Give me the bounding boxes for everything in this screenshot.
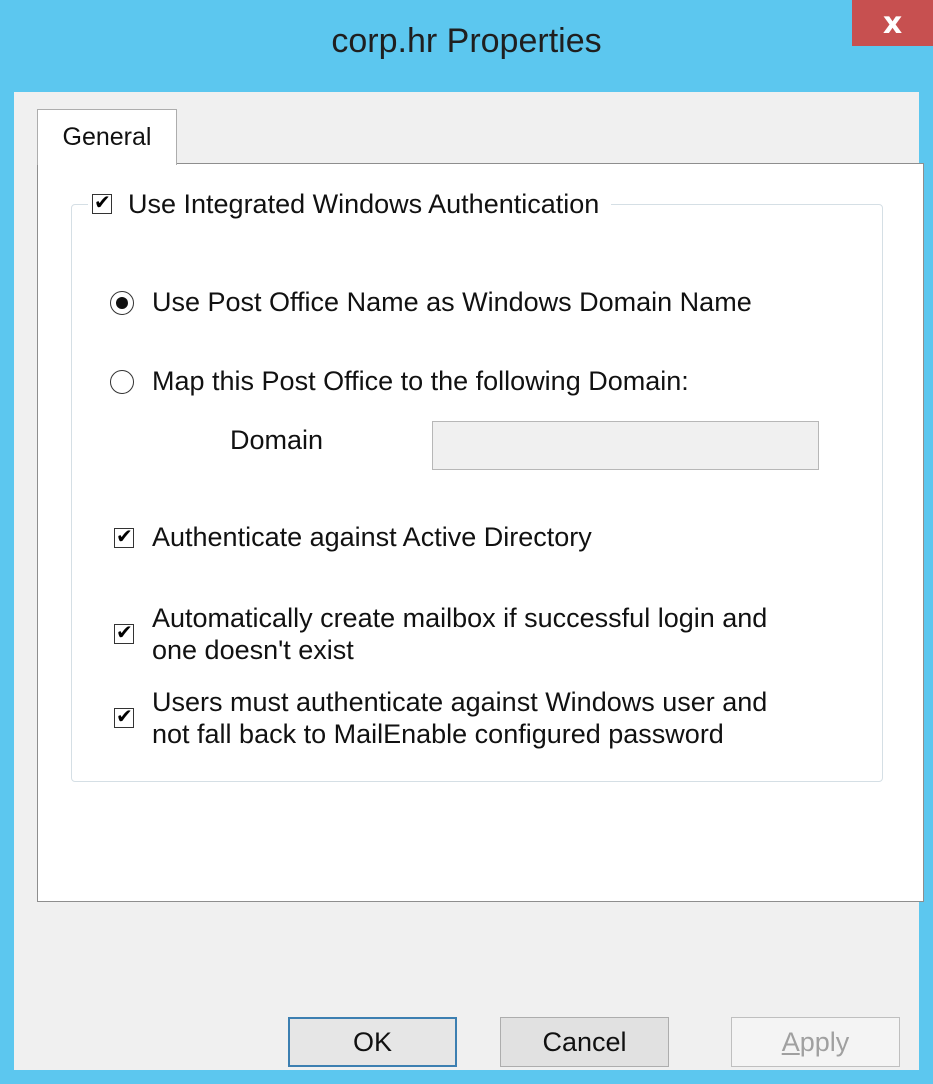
checkbox-label: Automatically create mailbox if successf… bbox=[152, 602, 767, 666]
window-title: corp.hr Properties bbox=[331, 22, 602, 60]
radio-selected-dot bbox=[116, 296, 128, 309]
cancel-button[interactable]: Cancel bbox=[500, 1017, 669, 1067]
ok-button[interactable]: OK bbox=[288, 1017, 457, 1067]
properties-dialog: corp.hr Properties x General ✔ Use Integ… bbox=[0, 0, 933, 1084]
title-bar[interactable]: corp.hr Properties x bbox=[0, 0, 933, 92]
apply-accelerator: A bbox=[781, 1026, 800, 1057]
domain-label: Domain bbox=[230, 425, 323, 456]
tab-general[interactable]: General bbox=[37, 109, 177, 165]
domain-label-text: Domain bbox=[230, 425, 324, 455]
use-integrated-windows-auth-checkbox[interactable]: ✔ Use Integrated Windows Authentication bbox=[88, 184, 612, 224]
checkbox-label: Authenticate against Active Directory bbox=[152, 522, 592, 552]
checkmark-icon: ✔ bbox=[116, 523, 133, 548]
must-authenticate-windows-checkbox[interactable]: ✔ Users must authenticate against Window… bbox=[114, 686, 767, 750]
checkbox-box[interactable]: ✔ bbox=[92, 190, 112, 214]
dialog-client-area: General bbox=[14, 92, 924, 1070]
checkbox-label-line: one doesn't exist bbox=[152, 635, 354, 665]
checkbox-box[interactable]: ✔ bbox=[114, 704, 134, 728]
checkbox-label-line: Automatically create mailbox if successf… bbox=[152, 603, 768, 633]
checkbox-label: Users must authenticate against Windows … bbox=[152, 686, 767, 750]
radio-use-post-office-name[interactable]: Use Post Office Name as Windows Domain N… bbox=[110, 287, 752, 318]
checkmark-icon: ✔ bbox=[116, 704, 133, 728]
radio-button[interactable] bbox=[110, 369, 134, 394]
apply-label-rest: pply bbox=[799, 1026, 850, 1057]
radio-map-post-office[interactable]: Map this Post Office to the following Do… bbox=[110, 366, 689, 397]
domain-input[interactable] bbox=[432, 421, 819, 470]
apply-button[interactable]: Apply bbox=[731, 1017, 900, 1067]
close-button[interactable]: x bbox=[852, 0, 933, 46]
checkmark-icon: ✔ bbox=[94, 190, 111, 214]
radio-button[interactable] bbox=[110, 290, 134, 315]
checkbox-label-line: not fall back to MailEnable configured p… bbox=[152, 719, 724, 749]
checkbox-box[interactable]: ✔ bbox=[114, 524, 134, 548]
checkbox-label-line: Users must authenticate against Windows … bbox=[152, 687, 768, 717]
authenticate-active-directory-checkbox[interactable]: ✔ Authenticate against Active Directory bbox=[114, 522, 592, 553]
checkmark-icon: ✔ bbox=[116, 620, 133, 644]
checkbox-box[interactable]: ✔ bbox=[114, 620, 134, 644]
checkbox-label: Use Integrated Windows Authentication bbox=[128, 188, 600, 219]
radio-label: Use Post Office Name as Windows Domain N… bbox=[152, 287, 752, 317]
close-icon: x bbox=[882, 5, 903, 41]
auto-create-mailbox-checkbox[interactable]: ✔ Automatically create mailbox if succes… bbox=[114, 602, 767, 666]
radio-label: Map this Post Office to the following Do… bbox=[152, 366, 689, 396]
